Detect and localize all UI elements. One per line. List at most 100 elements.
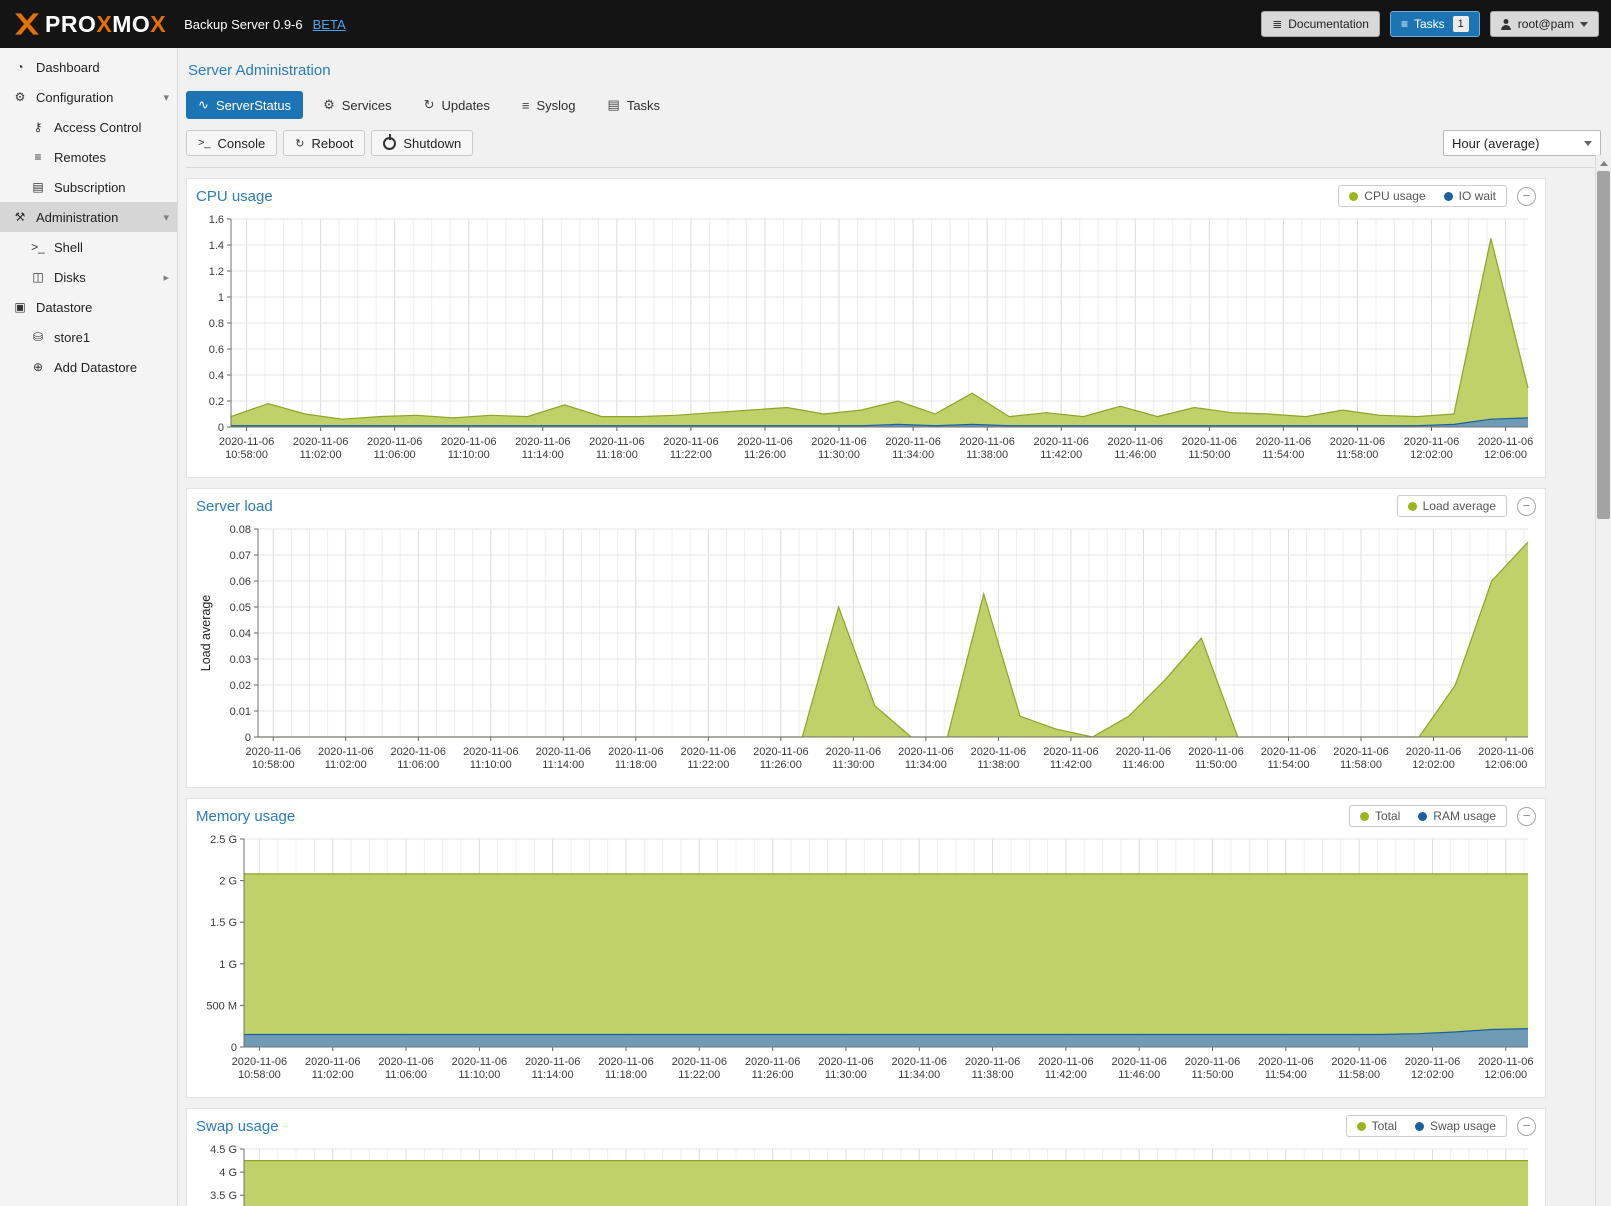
svg-text:2020-11-06: 2020-11-06 xyxy=(959,436,1014,448)
tab-label: Syslog xyxy=(537,98,576,113)
beta-link[interactable]: BETA xyxy=(313,17,346,32)
svg-text:11:22:00: 11:22:00 xyxy=(670,449,712,461)
shutdown-button[interactable]: Shutdown xyxy=(371,130,473,156)
documentation-button[interactable]: ≣ Documentation xyxy=(1261,11,1380,37)
chart-title: CPU usage xyxy=(196,188,273,205)
sidebar-item-label: store1 xyxy=(54,330,90,345)
sidebar-item-add-datastore[interactable]: ⊕Add Datastore xyxy=(0,352,177,382)
key-icon: ⚷ xyxy=(28,120,48,134)
svg-text:0.05: 0.05 xyxy=(230,602,251,614)
legend-dot xyxy=(1408,502,1417,511)
svg-text:2020-11-06: 2020-11-06 xyxy=(885,436,940,448)
collapse-panel-button[interactable]: − xyxy=(1517,807,1536,826)
collapse-panel-button[interactable]: − xyxy=(1517,1117,1536,1136)
svg-text:11:50:00: 11:50:00 xyxy=(1188,449,1230,461)
tab-services[interactable]: ⚙Services xyxy=(311,91,404,119)
legend-item: Total xyxy=(1357,1119,1397,1133)
svg-text:2020-11-06: 2020-11-06 xyxy=(1404,436,1459,448)
tab-serverstatus[interactable]: ∿ServerStatus xyxy=(186,91,303,119)
sidebar-item-administration[interactable]: ⚒Administration▾ xyxy=(0,202,177,232)
svg-text:11:14:00: 11:14:00 xyxy=(532,1069,574,1081)
svg-text:2020-11-06: 2020-11-06 xyxy=(452,1056,507,1068)
svg-text:11:58:00: 11:58:00 xyxy=(1336,449,1378,461)
svg-text:2020-11-06: 2020-11-06 xyxy=(1256,436,1311,448)
proxmox-logo: PROXMOX xyxy=(12,9,166,39)
svg-text:10:58:00: 10:58:00 xyxy=(238,1069,281,1081)
scroll-up-button[interactable] xyxy=(1596,155,1611,171)
chart-panel-memory: Memory usageTotalRAM usage−0500 M1 G1.5 … xyxy=(186,798,1546,1098)
user-label: root@pam xyxy=(1518,17,1574,31)
svg-text:2020-11-06: 2020-11-06 xyxy=(1111,1056,1166,1068)
sidebar-item-configuration[interactable]: ⚙Configuration▾ xyxy=(0,82,177,112)
user-menu-button[interactable]: root@pam xyxy=(1490,11,1599,37)
svg-text:0.06: 0.06 xyxy=(230,576,251,588)
svg-text:2020-11-06: 2020-11-06 xyxy=(598,1056,653,1068)
scrollbar-thumb[interactable] xyxy=(1597,171,1610,519)
tasks-button[interactable]: ≡ Tasks 1 xyxy=(1390,11,1480,37)
tab-updates[interactable]: ↻Updates xyxy=(412,91,502,119)
svg-text:11:42:00: 11:42:00 xyxy=(1045,1069,1087,1081)
sidebar-item-datastore[interactable]: ▣Datastore xyxy=(0,292,177,322)
svg-text:0: 0 xyxy=(231,1042,237,1054)
svg-text:2020-11-06: 2020-11-06 xyxy=(608,746,663,758)
collapse-panel-button[interactable]: − xyxy=(1517,497,1536,516)
svg-text:11:34:00: 11:34:00 xyxy=(905,759,947,771)
vertical-scrollbar[interactable] xyxy=(1595,155,1611,1206)
svg-text:11:34:00: 11:34:00 xyxy=(898,1069,940,1081)
sidebar-item-label: Shell xyxy=(54,240,83,255)
svg-text:12:02:00: 12:02:00 xyxy=(1411,1069,1454,1081)
svg-text:0.01: 0.01 xyxy=(230,706,251,718)
svg-text:11:34:00: 11:34:00 xyxy=(892,449,934,461)
sidebar-item-label: Configuration xyxy=(36,90,113,105)
reboot-icon: ↻ xyxy=(295,137,304,150)
sidebar-item-shell[interactable]: >_Shell xyxy=(0,232,177,262)
svg-text:0: 0 xyxy=(218,422,224,434)
tab-tasks[interactable]: ▤Tasks xyxy=(596,91,673,119)
sidebar-item-label: Disks xyxy=(54,270,86,285)
svg-text:2020-11-06: 2020-11-06 xyxy=(367,436,422,448)
console-button[interactable]: >_Console xyxy=(186,130,277,156)
tab-syslog[interactable]: ≡Syslog xyxy=(510,91,588,119)
wrench-icon: ⚒ xyxy=(10,210,30,224)
remotes-icon: ≡ xyxy=(28,150,48,164)
svg-text:2020-11-06: 2020-11-06 xyxy=(745,1056,800,1068)
svg-text:11:14:00: 11:14:00 xyxy=(542,759,584,771)
svg-text:0.2: 0.2 xyxy=(209,396,224,408)
sidebar-item-label: Datastore xyxy=(36,300,92,315)
toolbar-buttons: >_Console↻Reboot Shutdown xyxy=(186,130,473,156)
svg-text:2020-11-06: 2020-11-06 xyxy=(1033,436,1088,448)
sidebar-item-subscription[interactable]: ▤Subscription xyxy=(0,172,177,202)
sidebar-item-label: Dashboard xyxy=(36,60,100,75)
svg-text:2020-11-06: 2020-11-06 xyxy=(818,1056,873,1068)
sidebar-item-label: Add Datastore xyxy=(54,360,137,375)
chart-panel-header: Server loadLoad average− xyxy=(196,491,1536,521)
svg-text:11:02:00: 11:02:00 xyxy=(300,449,342,461)
svg-text:10:58:00: 10:58:00 xyxy=(252,759,295,771)
disk-icon: ◫ xyxy=(28,270,48,284)
svg-text:11:38:00: 11:38:00 xyxy=(977,759,1019,771)
reboot-button[interactable]: ↻Reboot xyxy=(283,130,365,156)
svg-text:11:38:00: 11:38:00 xyxy=(972,1069,1014,1081)
sidebar-item-store1[interactable]: ⛁ store1 xyxy=(0,322,177,352)
svg-text:2020-11-06: 2020-11-06 xyxy=(811,436,866,448)
svg-text:500 M: 500 M xyxy=(206,1000,237,1012)
sidebar-item-disks[interactable]: ◫Disks▸ xyxy=(0,262,177,292)
database-icon: ⛁ xyxy=(28,330,48,344)
legend-dot xyxy=(1415,1122,1424,1131)
interval-select[interactable]: Hour (average) xyxy=(1443,130,1601,156)
sidebar-item-remotes[interactable]: ≡ Remotes xyxy=(0,142,177,172)
svg-text:2020-11-06: 2020-11-06 xyxy=(753,746,808,758)
button-label: Shutdown xyxy=(403,136,461,151)
sidebar-item-label: Remotes xyxy=(54,150,106,165)
sidebar-item-dashboard[interactable]: ◔Dashboard xyxy=(0,52,177,82)
svg-text:2020-11-06: 2020-11-06 xyxy=(1038,1056,1093,1068)
svg-text:11:18:00: 11:18:00 xyxy=(605,1069,647,1081)
svg-text:2020-11-06: 2020-11-06 xyxy=(536,746,591,758)
legend-dot xyxy=(1360,812,1369,821)
legend-item: IO wait xyxy=(1444,189,1496,203)
collapse-panel-button[interactable]: − xyxy=(1517,187,1536,206)
sidebar-item-access-control[interactable]: ⚷Access Control xyxy=(0,112,177,142)
chart-title: Swap usage xyxy=(196,1118,279,1135)
svg-text:11:42:00: 11:42:00 xyxy=(1050,759,1092,771)
svg-text:2020-11-06: 2020-11-06 xyxy=(965,1056,1020,1068)
